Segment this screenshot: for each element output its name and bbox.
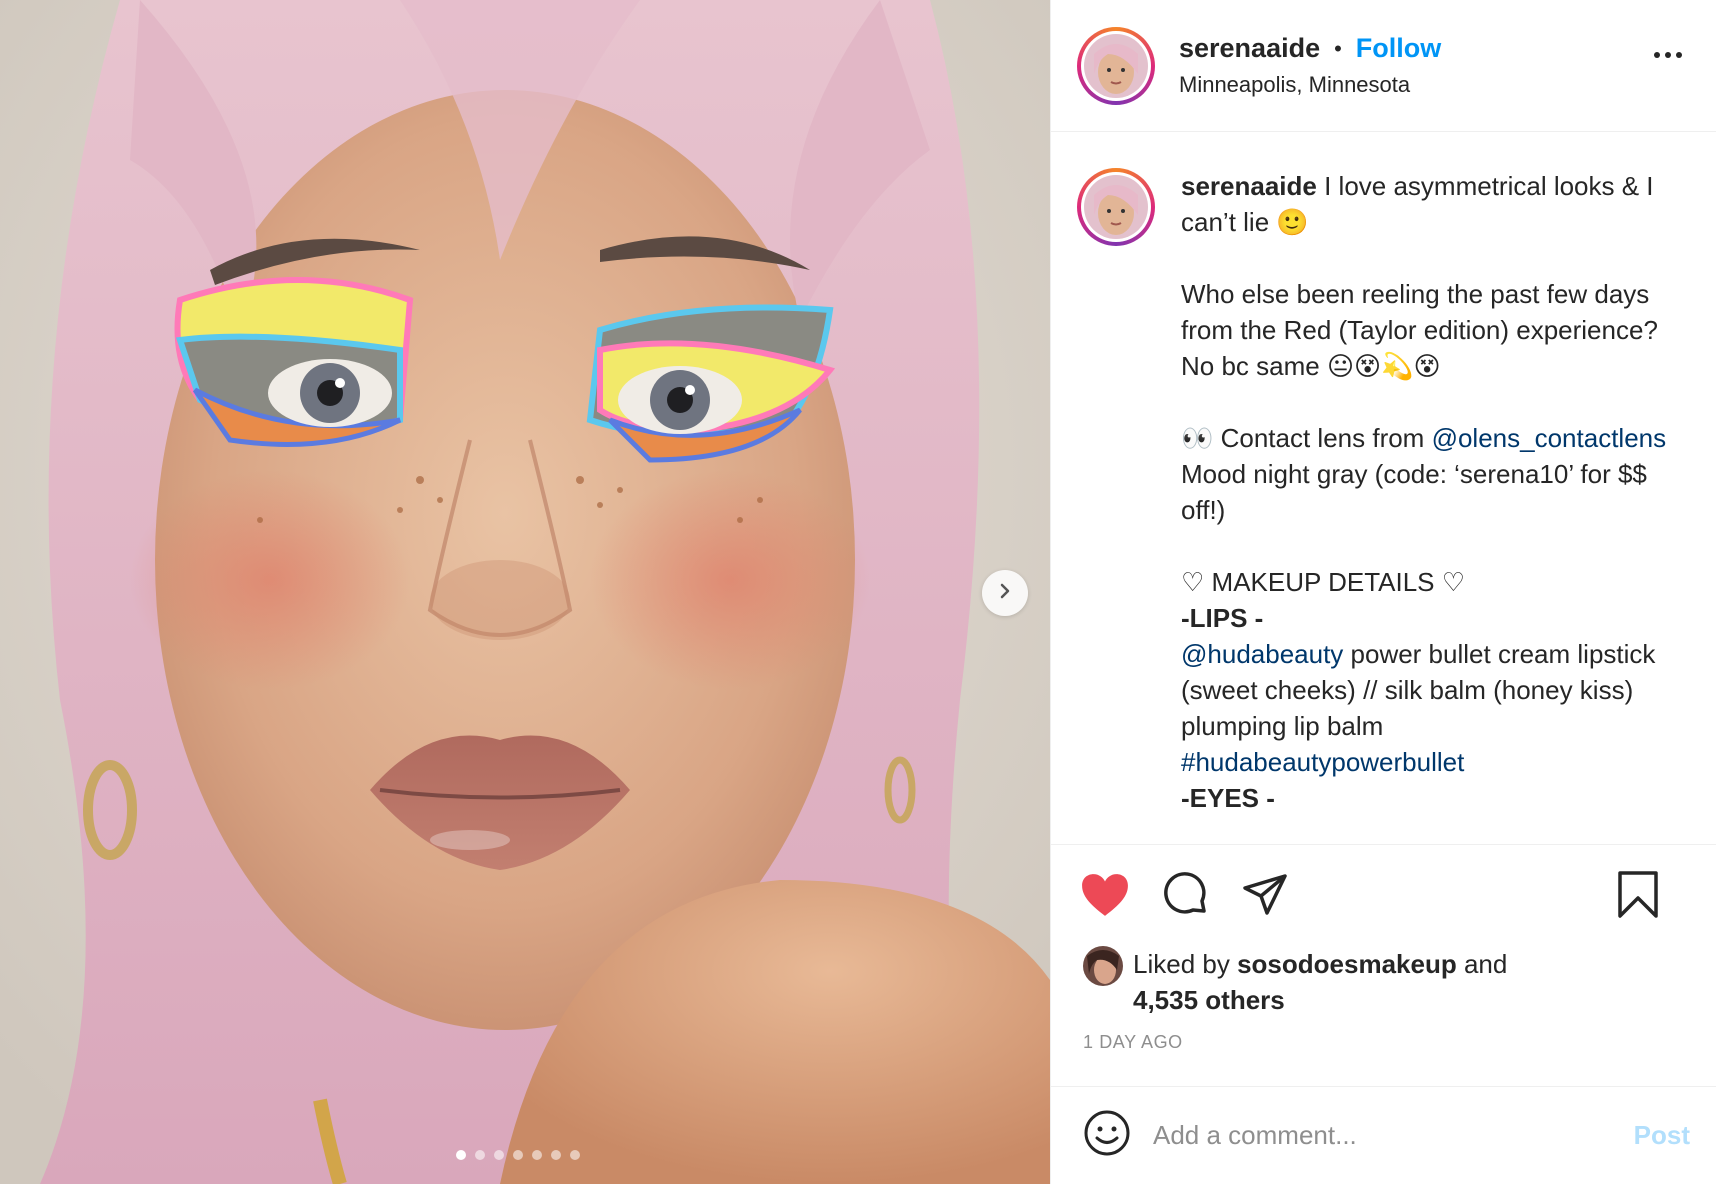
liker-avatar[interactable] [1083,946,1123,986]
post-media[interactable] [0,0,1050,1184]
makeup-header: ♡ MAKEUP DETAILS ♡ [1181,567,1466,597]
comment-input[interactable] [1153,1120,1622,1151]
like-button[interactable] [1077,867,1133,923]
carousel-dot-active [456,1150,466,1160]
avatar[interactable] [1077,26,1155,105]
caption-text: 👀 Contact lens from [1181,423,1432,453]
post-caption: serenaaide I love asymmetrical looks & I… [1181,168,1681,816]
location-link[interactable]: Minneapolis, Minnesota [1179,72,1441,98]
comment-icon [1161,871,1209,919]
likes-middle: and [1456,949,1508,979]
more-options-icon[interactable] [1654,52,1682,58]
likes-summary: Liked by sosodoesmakeup and 4,535 others [1051,946,1716,1018]
smile-icon [1083,1109,1131,1162]
eyes-header: -EYES - [1181,783,1275,813]
carousel-dot [513,1150,523,1160]
save-button[interactable] [1610,867,1666,923]
chevron-right-icon [996,582,1014,605]
lips-header: -LIPS - [1181,603,1264,633]
hashtag-link[interactable]: #hudabeautypowerbullet [1181,747,1464,777]
next-slide-button[interactable] [982,570,1028,616]
post-timestamp[interactable]: 1 DAY AGO [1051,1032,1716,1074]
carousel-dots [456,1150,580,1160]
separator-dot: • [1334,35,1342,61]
header-info: serenaaide • Follow Minneapolis, Minneso… [1179,33,1441,98]
username-link[interactable]: serenaaide [1179,33,1320,64]
emoji-button[interactable] [1079,1108,1135,1164]
carousel-dot [570,1150,580,1160]
share-button[interactable] [1237,867,1293,923]
caption-text: Mood night gray (code: ‘serena10’ for $$… [1181,459,1647,525]
bookmark-icon [1616,870,1660,920]
post-sidebar: serenaaide • Follow Minneapolis, Minneso… [1050,0,1716,1184]
post-header: serenaaide • Follow Minneapolis, Minneso… [1051,0,1716,132]
caption-area: serenaaide I love asymmetrical looks & I… [1051,132,1716,844]
mention-link[interactable]: @olens_contactlens [1432,423,1667,453]
mention-link[interactable]: @hudabeauty [1181,639,1343,669]
carousel-dot [475,1150,485,1160]
carousel-dot [494,1150,504,1160]
carousel-dot [551,1150,561,1160]
liker-username[interactable]: sosodoesmakeup [1237,949,1457,979]
likes-prefix: Liked by [1133,949,1238,979]
likes-count[interactable]: 4,535 others [1133,985,1285,1015]
share-icon [1241,871,1289,919]
comment-button[interactable] [1157,867,1213,923]
caption-paragraph: Who else been reeling the past few days … [1181,279,1658,381]
action-bar [1051,844,1716,944]
post-photo [0,0,1050,1184]
caption-username[interactable]: serenaaide [1181,171,1317,201]
caption-avatar[interactable] [1077,168,1155,246]
post-comment-button[interactable]: Post [1634,1120,1690,1151]
caption-avatar-image [1084,175,1148,239]
comment-bar: Post [1051,1086,1716,1184]
heart-icon [1080,872,1130,918]
follow-button[interactable]: Follow [1356,33,1441,64]
post: serenaaide • Follow Minneapolis, Minneso… [0,0,1716,1184]
avatar-image [1084,33,1148,98]
carousel-dot [532,1150,542,1160]
